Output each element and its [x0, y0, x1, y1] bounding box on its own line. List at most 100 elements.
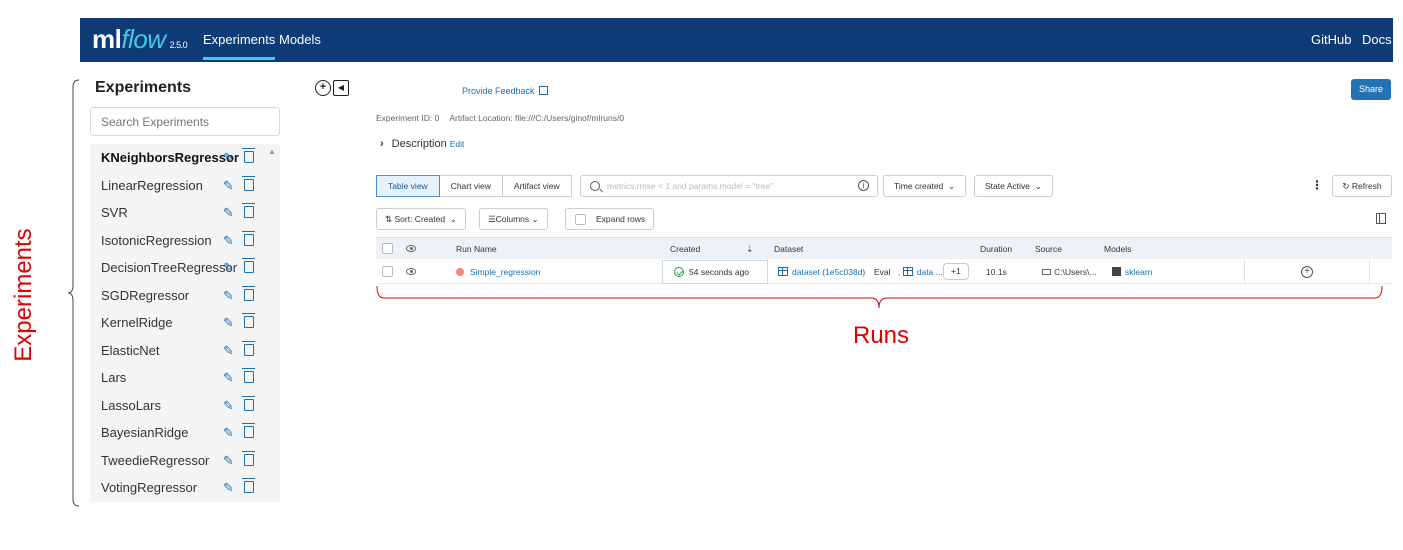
state-dropdown[interactable]: State Active ⌄: [974, 175, 1053, 197]
edit-icon[interactable]: ✎: [223, 309, 234, 337]
trash-icon[interactable]: [242, 175, 255, 191]
sort-icon: ⇅: [385, 214, 393, 224]
experiments-annotation: Experiments: [10, 228, 37, 362]
list-item[interactable]: KNeighborsRegressor ✎: [90, 144, 280, 172]
edit-icon[interactable]: ✎: [223, 419, 234, 447]
eye-icon[interactable]: [406, 268, 416, 275]
list-item[interactable]: KernelRidge ✎: [90, 309, 280, 337]
provide-feedback-link[interactable]: Provide Feedback: [462, 86, 548, 96]
expand-rows-checkbox[interactable]: [575, 214, 586, 225]
trash-icon[interactable]: [242, 203, 255, 218]
edit-icon[interactable]: ✎: [223, 199, 234, 227]
list-item[interactable]: Lars ✎: [90, 364, 280, 392]
dataset-link-2[interactable]: , data ...: [898, 260, 943, 284]
select-all-checkbox[interactable]: [382, 243, 393, 254]
nav-github[interactable]: GitHub: [1311, 18, 1351, 62]
trash-icon[interactable]: [242, 478, 255, 493]
table-icon: [778, 267, 788, 276]
nav-docs[interactable]: Docs: [1362, 18, 1392, 62]
col-models[interactable]: Models: [1104, 238, 1131, 260]
trash-icon[interactable]: [242, 148, 255, 163]
side-panel-icon[interactable]: [1376, 213, 1386, 224]
time-created-dropdown[interactable]: Time created ⌄: [883, 175, 967, 197]
model-link[interactable]: sklearn: [1112, 260, 1152, 284]
list-item[interactable]: SGDRegressor ✎: [90, 282, 280, 310]
chart-view-tab[interactable]: Chart view: [438, 175, 503, 197]
plus-circle-icon[interactable]: +: [315, 80, 331, 96]
list-item[interactable]: ElasticNet ✎: [90, 337, 280, 365]
artifact-view-tab[interactable]: Artifact view: [501, 175, 572, 197]
trash-icon[interactable]: [242, 313, 255, 328]
experiment-id: Experiment ID: 0: [376, 113, 440, 123]
success-check-icon: [674, 267, 684, 277]
more-options-icon[interactable]: ⋮: [1311, 179, 1323, 191]
refresh-button[interactable]: ↻ Refresh: [1332, 175, 1392, 197]
table-icon: [902, 267, 913, 276]
edit-icon[interactable]: ✎: [223, 337, 234, 365]
scroll-up-icon[interactable]: ▲: [268, 147, 276, 156]
list-item[interactable]: SVR ✎: [90, 199, 280, 227]
experiment-name: KernelRidge: [101, 315, 173, 330]
edit-icon[interactable]: ✎: [223, 227, 234, 255]
sort-desc-icon[interactable]: ⇣: [746, 238, 754, 260]
model-icon: [1112, 267, 1121, 276]
edit-icon[interactable]: ✎: [223, 172, 234, 200]
expand-rows-toggle[interactable]: Expand rows: [565, 208, 655, 230]
list-item[interactable]: DecisionTreeRegressor ✎: [90, 254, 280, 282]
list-item[interactable]: LinearRegression ✎: [90, 172, 280, 200]
trash-icon[interactable]: [242, 395, 255, 411]
col-dataset[interactable]: Dataset: [774, 238, 803, 260]
edit-icon[interactable]: ✎: [223, 364, 234, 392]
run-filter-input[interactable]: metrics.rmse < 1 and params.model = "tre…: [580, 175, 878, 197]
sort-dropdown[interactable]: ⇅ Sort: Created ⌄: [376, 208, 466, 230]
edit-icon[interactable]: ✎: [223, 282, 234, 310]
list-item[interactable]: IsotonicRegression ✎: [90, 227, 280, 255]
experiment-name: Lars: [101, 370, 127, 385]
trash-icon[interactable]: [242, 258, 255, 273]
edit-icon[interactable]: ✎: [223, 474, 234, 502]
list-item[interactable]: BayesianRidge ✎: [90, 419, 280, 447]
run-name-link[interactable]: Simple_regression: [470, 260, 540, 284]
trash-icon[interactable]: [242, 423, 255, 438]
eye-icon[interactable]: [406, 245, 416, 252]
computer-icon: [1042, 269, 1051, 275]
info-icon[interactable]: i: [858, 180, 869, 191]
list-item[interactable]: LassoLars ✎: [90, 392, 280, 420]
columns-dropdown[interactable]: ☰Columns ⌄: [479, 208, 548, 230]
row-checkbox[interactable]: [382, 266, 393, 277]
trash-icon[interactable]: [242, 285, 255, 301]
more-datasets-tag[interactable]: +1: [943, 263, 969, 280]
dataset-tag-eval: Eval: [874, 267, 891, 277]
experiment-name: KNeighborsRegressor: [101, 150, 239, 165]
trash-icon[interactable]: [242, 368, 255, 383]
mlflow-logo[interactable]: mlflow 2.5.0: [92, 24, 188, 55]
share-button[interactable]: Share: [1351, 79, 1391, 100]
trash-icon[interactable]: [242, 450, 255, 466]
col-duration[interactable]: Duration: [980, 238, 1012, 260]
trash-icon[interactable]: [242, 230, 255, 246]
nav-experiments[interactable]: Experiments: [203, 18, 276, 62]
source-value[interactable]: C:\Users\...: [1042, 260, 1097, 284]
list-item[interactable]: TweedieRegressor ✎: [90, 447, 280, 475]
experiment-name: BayesianRidge: [101, 425, 189, 440]
description-toggle[interactable]: › Description Edit: [380, 138, 464, 150]
col-run-name[interactable]: Run Name: [456, 238, 497, 260]
col-source[interactable]: Source: [1035, 238, 1062, 260]
nav-models[interactable]: Models: [279, 18, 321, 62]
collapse-sidebar-icon[interactable]: ◀: [333, 80, 349, 96]
columns-icon: ☰: [488, 214, 496, 224]
edit-icon[interactable]: ✎: [223, 392, 234, 420]
description-edit-link[interactable]: Edit: [450, 139, 465, 149]
experiment-name: LinearRegression: [101, 177, 203, 193]
table-view-tab[interactable]: Table view: [376, 175, 440, 197]
edit-icon[interactable]: ✎: [223, 254, 234, 282]
search-icon: [590, 181, 600, 191]
col-created[interactable]: Created: [670, 238, 700, 260]
add-column-icon[interactable]: +: [1301, 266, 1313, 278]
dataset-link-1[interactable]: dataset (1e5c038d): [778, 260, 865, 284]
search-experiments-input[interactable]: [90, 107, 280, 136]
trash-icon[interactable]: [242, 340, 255, 356]
edit-icon[interactable]: ✎: [223, 447, 234, 475]
edit-icon[interactable]: ✎: [223, 144, 234, 172]
list-item[interactable]: VotingRegressor ✎: [90, 474, 280, 502]
